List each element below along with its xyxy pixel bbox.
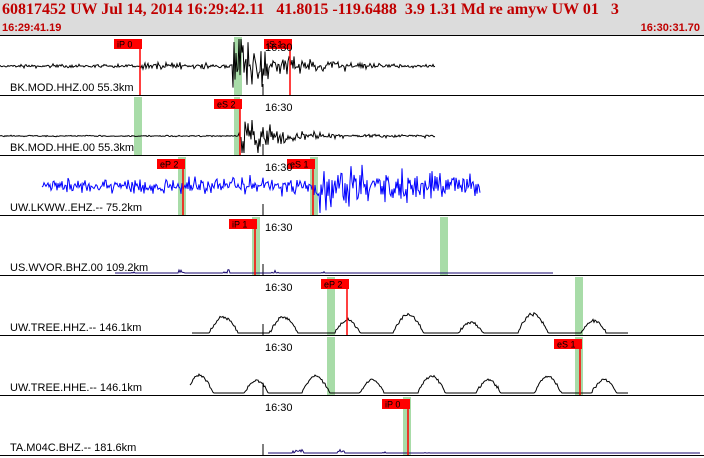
pick-window (327, 337, 335, 395)
pick-label: iP 1 (232, 220, 247, 230)
minute-label: 16:30 (265, 42, 293, 54)
waveform (192, 312, 628, 334)
minute-label: 16:30 (265, 102, 293, 114)
minute-label: 16:30 (265, 162, 293, 174)
station-label: TA.M04C.BHZ.-- 181.6km (10, 442, 136, 454)
pick-window (134, 97, 142, 155)
start-time: 16:29:41.19 (2, 22, 62, 34)
station-label: BK.MOD.HHZ.00 55.3km (10, 82, 133, 94)
minute-label: 16:30 (265, 342, 293, 354)
pick-label: eP 2 (324, 280, 342, 290)
minute-label: 16:30 (265, 282, 293, 294)
waveform (268, 448, 700, 454)
station-label: BK.MOD.HHE.00 55.3km (10, 142, 134, 154)
trace-row[interactable]: eS 1 16:30 UW.TREE.HHE.-- 146.1km (0, 337, 704, 396)
trace-row[interactable]: iP 0 iS 116:30BK.MOD.HHZ.00 55.3km (0, 37, 704, 96)
station-label: UW.TREE.HHZ.-- 146.1km (10, 322, 141, 334)
seismogram-panel[interactable]: iP 0 iS 116:30BK.MOD.HHZ.00 55.3kmeS 2 16:… (0, 36, 704, 458)
event-header: 60817452 UW Jul 14, 2014 16:29:42.11 41.… (0, 0, 704, 36)
trace-row[interactable]: eS 2 16:30 BK.MOD.HHE.00 55.3km (0, 97, 704, 156)
pick-label: eS 2 (217, 100, 236, 110)
waveform (115, 268, 553, 274)
station-label: UW.TREE.HHE.-- 146.1km (10, 382, 142, 394)
pick-label: eP 2 (160, 160, 178, 170)
event-title: 60817452 UW Jul 14, 2014 16:29:42.11 41.… (2, 1, 619, 18)
trace-row[interactable]: eP 2 eS 116:30 UW.LKWW..EHZ.-- 75.2km (0, 157, 704, 216)
pick-window (575, 277, 583, 335)
pick-label: iP 0 (117, 40, 132, 50)
station-label: UW.LKWW..EHZ.-- 75.2km (10, 202, 142, 214)
trace-row[interactable]: iP 0 16:30 TA.M04C.BHZ.-- 181.6km (0, 397, 704, 456)
pick-label: eS 1 (557, 340, 576, 350)
pick-label: iP 0 (385, 400, 400, 410)
station-label: US.WVOR.BHZ.00 109.2km (10, 262, 148, 274)
pick-window (440, 217, 448, 275)
minute-label: 16:30 (265, 222, 293, 234)
waveform (0, 38, 436, 88)
pick-label: eS 1 (290, 160, 309, 170)
waveform (189, 373, 628, 394)
end-time: 16:30:31.70 (640, 22, 700, 34)
trace-row[interactable]: eP 2 16:30 UW.TREE.HHZ.-- 146.1km (0, 277, 704, 336)
trace-row[interactable]: iP 1 16:30 US.WVOR.BHZ.00 109.2km (0, 217, 704, 276)
minute-label: 16:30 (265, 402, 293, 414)
